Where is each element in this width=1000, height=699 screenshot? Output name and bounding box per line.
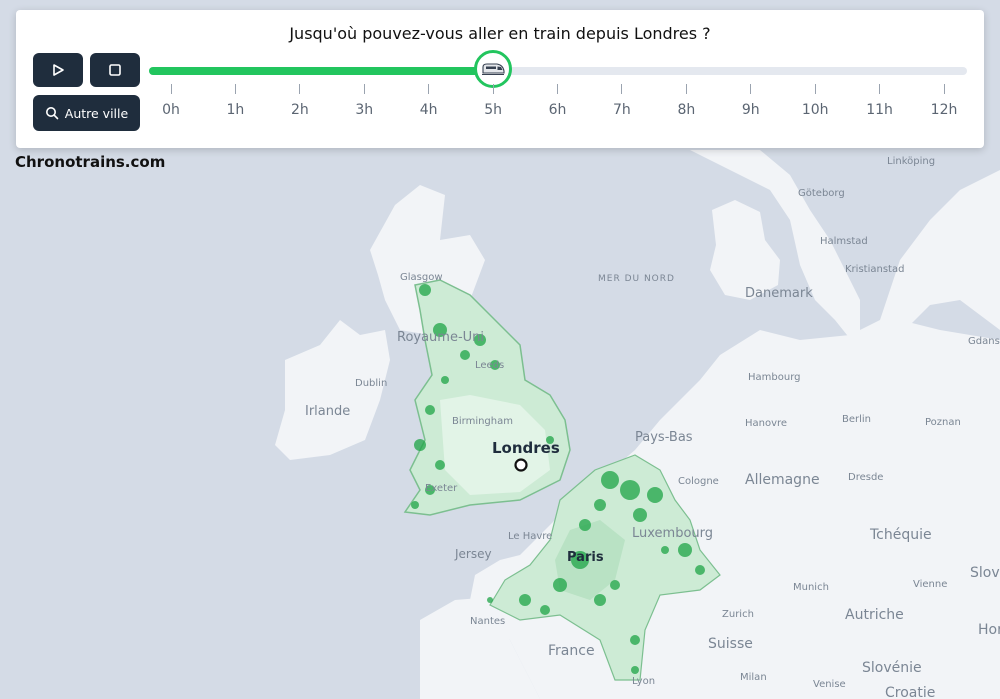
- time-tick-mark: [363, 84, 365, 94]
- page-title: Jusqu'où pouvez-vous aller en train depu…: [289, 24, 711, 43]
- time-tick-mark: [943, 84, 945, 94]
- city-label-cut-off: Hor: [978, 622, 1000, 638]
- city-label-dublin: Dublin: [355, 378, 387, 389]
- train-icon: [482, 63, 505, 75]
- sea-label: MER DU NORD: [598, 274, 675, 284]
- time-tick-mark: [299, 84, 301, 94]
- search-icon: [45, 107, 59, 120]
- time-slider-handle[interactable]: [474, 50, 513, 88]
- city-label-halmstad: Halmstad: [820, 236, 868, 247]
- time-tick[interactable]: 0h: [151, 84, 191, 118]
- time-tick[interactable]: 11h: [860, 84, 900, 118]
- country-label-france: France: [548, 643, 595, 659]
- time-tick-label: 4h: [419, 102, 438, 118]
- time-tick[interactable]: 9h: [731, 84, 771, 118]
- time-tick-label: 5h: [484, 102, 502, 118]
- time-tick-mark: [814, 84, 816, 94]
- time-tick-mark: [492, 84, 494, 94]
- control-panel: Jusqu'où pouvez-vous aller en train depu…: [16, 10, 984, 148]
- time-tick[interactable]: 6h: [538, 84, 578, 118]
- city-label-goteborg: Göteborg: [798, 188, 845, 199]
- city-label-le-havre: Le Havre: [508, 531, 552, 542]
- brand-label: Chronotrains.com: [15, 153, 166, 171]
- time-tick[interactable]: 5h: [473, 84, 513, 118]
- city-label-dresden: Dresde: [848, 472, 883, 483]
- country-label-ireland: Irlande: [305, 404, 350, 419]
- country-label-uk: Royaume-Uni: [397, 330, 484, 345]
- time-tick[interactable]: 3h: [344, 84, 384, 118]
- time-tick[interactable]: 8h: [666, 84, 706, 118]
- city-label-zurich: Zurich: [722, 609, 754, 620]
- country-label-slovenia: Slovénie: [862, 660, 922, 676]
- time-tick-label: 8h: [677, 102, 696, 118]
- time-tick-label: 0h: [162, 102, 180, 118]
- city-label-venice: Venise: [813, 679, 846, 690]
- city-label-gdansk: Gdansk: [968, 336, 1000, 347]
- city-label-birmingham: Birmingham: [452, 416, 513, 427]
- country-label-switzerland: Suisse: [708, 636, 753, 652]
- time-tick-label: 1h: [226, 102, 245, 118]
- country-label-denmark: Danemark: [745, 286, 813, 301]
- country-label-netherlands: Pays-Bas: [635, 430, 693, 445]
- city-label-milan: Milan: [740, 672, 767, 683]
- city-label-exeter: Exeter: [425, 483, 458, 494]
- city-label-hamburg: Hambourg: [748, 372, 800, 383]
- city-label-leeds: Leeds: [475, 360, 504, 371]
- time-tick-mark: [879, 84, 881, 94]
- time-tick-label: 12h: [930, 102, 958, 118]
- country-label-czechia: Tchéquie: [869, 527, 932, 543]
- time-tick-label: 7h: [613, 102, 631, 118]
- play-icon: [53, 64, 64, 76]
- city-label-munich: Munich: [793, 582, 829, 593]
- city-label-glasgow: Glasgow: [400, 272, 443, 283]
- time-tick[interactable]: 4h: [409, 84, 449, 118]
- city-label-kristianstad: Kristianstad: [845, 264, 904, 275]
- origin-city-label: Londres: [492, 439, 560, 457]
- city-label-cologne: Cologne: [678, 476, 719, 487]
- country-label-germany: Allemagne: [745, 472, 820, 488]
- city-label-linkoping: Linköping: [887, 156, 935, 167]
- time-ticks: 0h 1h 2h 3h 4h 5h 6h 7h 8h 9h 10h 11h 12h: [149, 84, 967, 124]
- country-label-croatia: Croatie: [885, 685, 935, 699]
- time-slider[interactable]: [149, 50, 967, 88]
- time-tick-mark: [428, 84, 430, 94]
- stop-button[interactable]: [90, 53, 140, 87]
- time-tick-label: 3h: [355, 102, 374, 118]
- origin-marker[interactable]: [514, 458, 528, 472]
- time-tick-label: 11h: [866, 102, 893, 118]
- other-city-label: Autre ville: [64, 105, 129, 121]
- time-tick-mark: [557, 84, 558, 94]
- other-city-button[interactable]: Autre ville: [33, 95, 140, 131]
- time-slider-fill: [149, 67, 494, 75]
- time-tick-mark: [750, 84, 752, 94]
- time-tick-mark: [170, 84, 172, 94]
- time-tick[interactable]: 10h: [795, 84, 835, 118]
- stop-icon: [109, 64, 121, 76]
- country-label-austria: Autriche: [845, 607, 904, 623]
- city-label-paris: Paris: [567, 550, 604, 565]
- play-button[interactable]: [33, 53, 83, 87]
- time-tick-mark: [685, 84, 687, 94]
- time-tick[interactable]: 12h: [924, 84, 964, 118]
- time-tick-label: 10h: [801, 102, 829, 118]
- country-label-slovakia: Slova: [970, 565, 1000, 581]
- time-tick-mark: [234, 84, 236, 94]
- time-tick[interactable]: 7h: [602, 84, 642, 118]
- island-label-jersey: Jersey: [454, 547, 492, 561]
- time-tick[interactable]: 2h: [280, 84, 320, 118]
- city-label-lyon: Lyon: [632, 676, 655, 687]
- city-label-hanover: Hanovre: [745, 418, 787, 429]
- city-label-berlin: Berlin: [842, 414, 871, 425]
- country-label-luxembourg: Luxembourg: [632, 526, 713, 541]
- city-label-vienna: Vienne: [913, 579, 947, 590]
- city-label-poznan: Poznan: [925, 417, 961, 428]
- city-label-nantes: Nantes: [470, 616, 505, 627]
- time-tick-label: 6h: [548, 102, 567, 118]
- time-tick-label: 2h: [290, 102, 309, 118]
- time-tick[interactable]: 1h: [215, 84, 255, 118]
- time-tick-mark: [621, 84, 623, 94]
- time-tick-label: 9h: [741, 102, 760, 118]
